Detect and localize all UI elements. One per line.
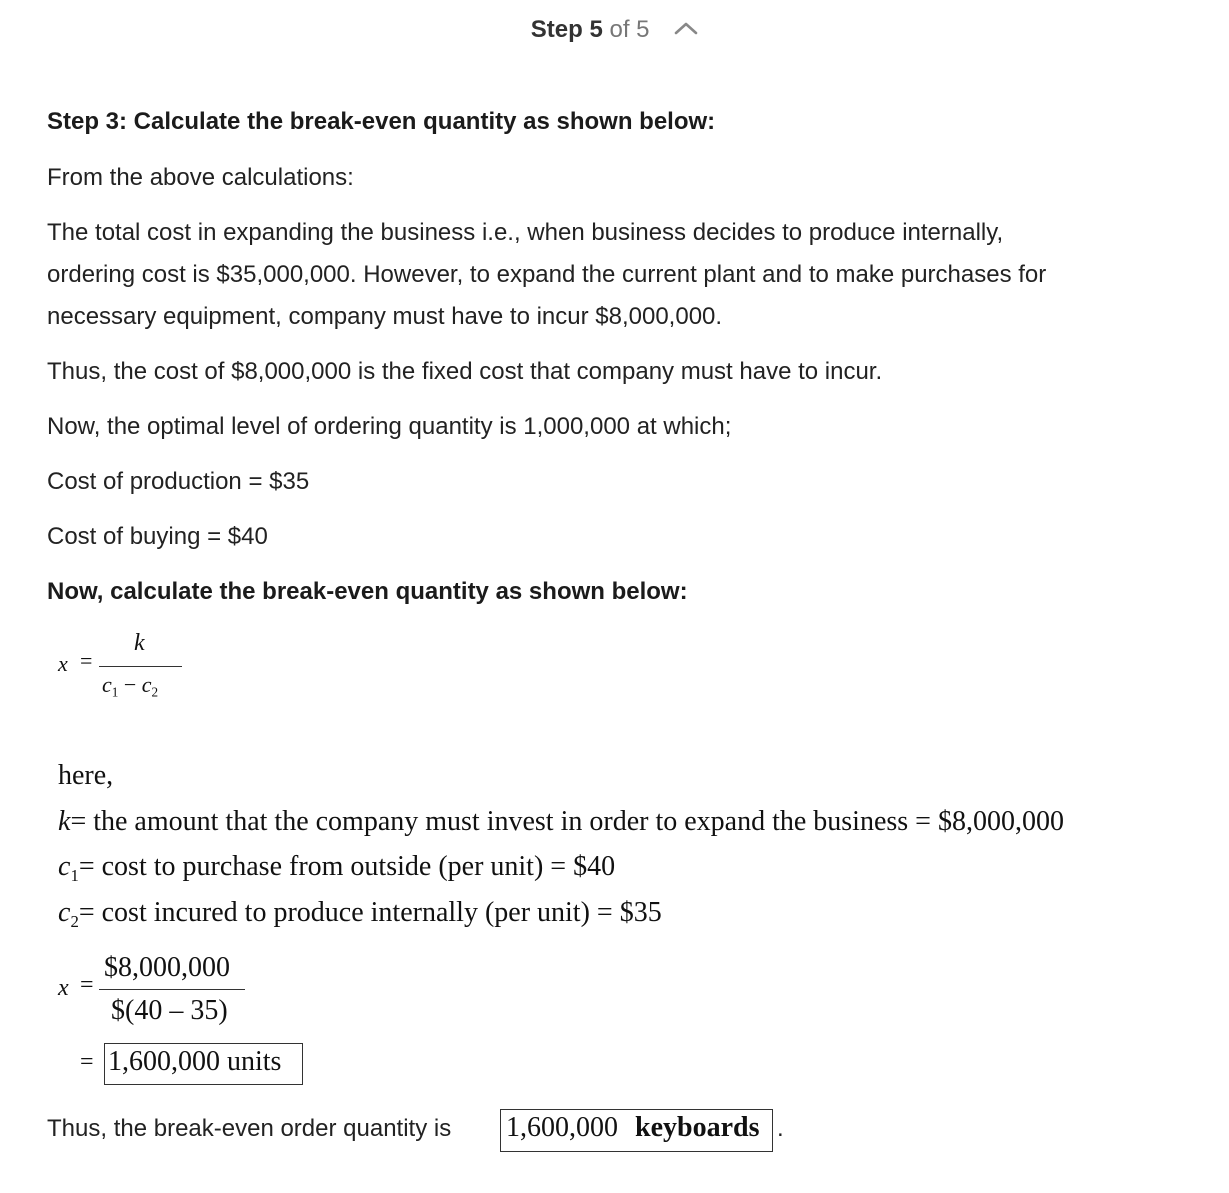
step-current-number: 5 xyxy=(589,16,603,43)
optimal-level-text: Now, the optimal level of ordering quant… xyxy=(47,413,732,440)
step-label: Step xyxy=(530,16,583,43)
conclusion-unit: keyboards xyxy=(635,1112,760,1143)
step-indicator[interactable]: Step 5 of 5 xyxy=(0,14,1229,46)
step3-heading: Step 3: Calculate the break-even quantit… xyxy=(47,108,716,135)
cost-of-buying: Cost of buying = $40 xyxy=(47,523,268,550)
calc-denominator: $(40 – 35) xyxy=(111,995,228,1026)
cost-of-production: Cost of production = $35 xyxy=(47,468,310,495)
calc-x: x xyxy=(58,975,69,1001)
result-value: 1,600,000 units xyxy=(108,1046,282,1077)
fixed-cost-text: Thus, the cost of $8,000,000 is the fixe… xyxy=(47,358,883,385)
from-above-text: From the above calculations: xyxy=(47,164,354,191)
chevron-up-icon[interactable] xyxy=(674,12,698,44)
calc-equals: = xyxy=(80,972,94,998)
conclusion-number: 1,600,000 xyxy=(506,1112,618,1143)
formula-fraction-bar xyxy=(99,666,182,667)
calculate-heading: Now, calculate the break-even quantity a… xyxy=(47,578,688,605)
formula-x: x xyxy=(58,651,68,676)
calc-fraction-bar xyxy=(99,989,245,990)
total-cost-line-2: ordering cost is $35,000,000. However, t… xyxy=(47,261,1047,288)
definition-k: k= the amount that the company must inve… xyxy=(58,806,1064,837)
formula-k: k xyxy=(134,630,145,656)
result-equals: = xyxy=(80,1049,94,1075)
definition-c2: c2= cost incured to produce internally (… xyxy=(58,897,662,931)
definition-c1: c1= cost to purchase from outside (per u… xyxy=(58,851,616,885)
conclusion-period: . xyxy=(777,1115,784,1142)
conclusion-text: Thus, the break-even order quantity is xyxy=(47,1115,452,1142)
formula-denominator: c1 − c2 xyxy=(102,672,159,700)
total-cost-line-1: The total cost in expanding the business… xyxy=(47,219,1004,246)
calc-numerator: $8,000,000 xyxy=(104,952,230,983)
here-label: here, xyxy=(58,760,114,791)
total-cost-line-3: necessary equipment, company must have t… xyxy=(47,303,723,330)
formula-equals: = xyxy=(80,648,93,673)
step-total: of 5 xyxy=(609,16,650,43)
